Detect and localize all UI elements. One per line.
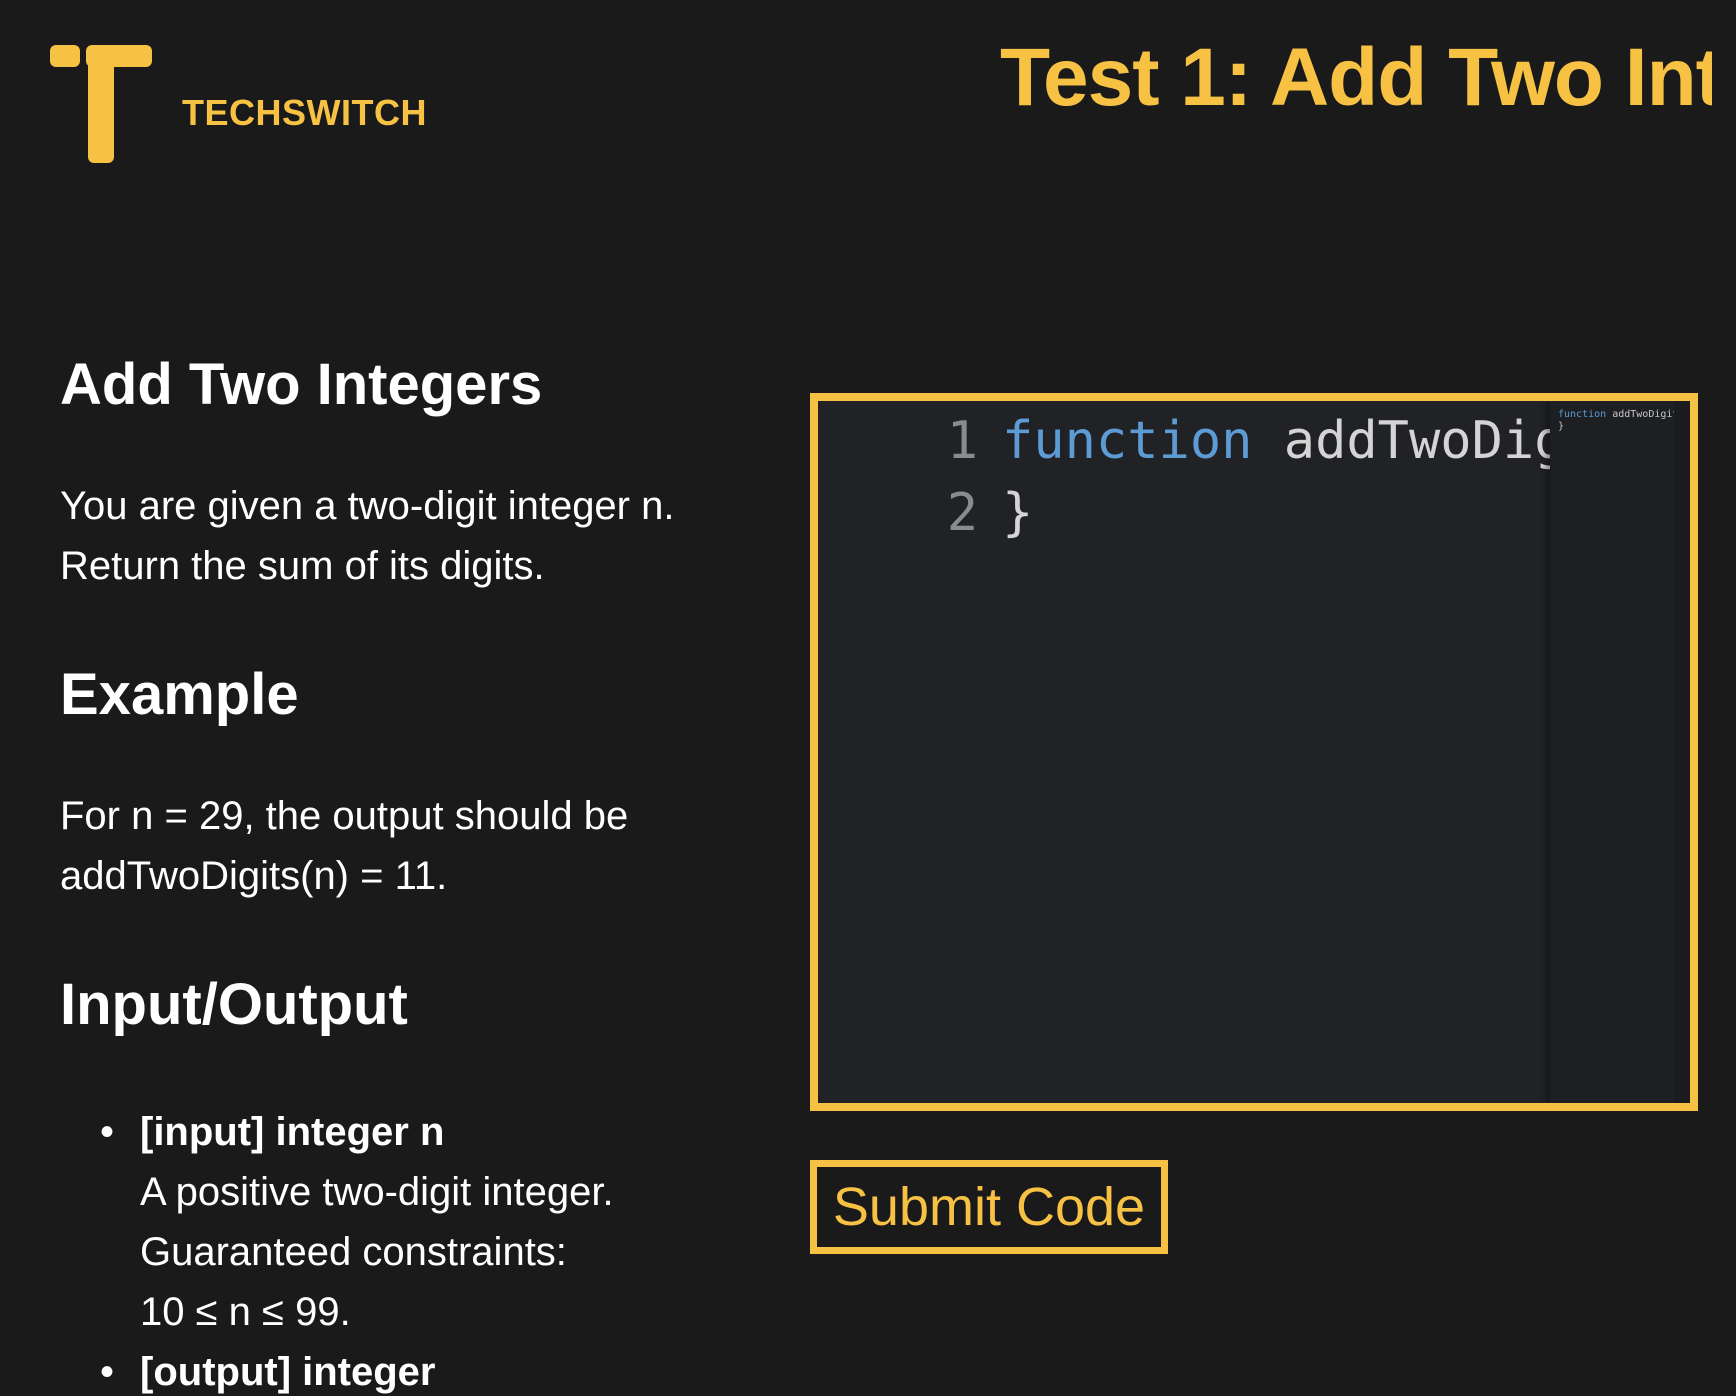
code-text: addTwoDigits(n) { <box>1283 411 1550 471</box>
editor-scrollbar[interactable] <box>1674 401 1690 1103</box>
minimap-line: } <box>1558 421 1564 433</box>
problem-description: You are given a two-digit integer n. Ret… <box>60 476 674 596</box>
code-line[interactable]: 1 function addTwoDigits(n) { <box>818 401 1550 481</box>
minimap-text: addTwoDigits(n) { <box>1612 409 1674 420</box>
description-line: You are given a two-digit integer n. <box>60 484 675 528</box>
io-item-head: [input] integer n <box>140 1110 445 1154</box>
code-keyword: function <box>1002 411 1253 471</box>
techswitch-t-logo-icon <box>50 45 175 180</box>
minimap-text: } <box>1558 421 1565 432</box>
problem-title: Add Two Integers <box>60 352 543 417</box>
brand-name: TECHSWITCH <box>182 92 427 133</box>
io-item-line: A positive two-digit integer. <box>140 1170 614 1214</box>
io-item-input: • [input] integer n A positive two-digit… <box>60 1102 614 1342</box>
example-line: addTwoDigits(n) = 11. <box>60 854 448 898</box>
line-number: 2 <box>946 483 978 543</box>
code-area[interactable]: 1 function addTwoDigits(n) { 2} <box>818 401 1550 1103</box>
page-title: Test 1: Add Two Integers <box>1000 32 1712 123</box>
io-list: • [input] integer n A positive two-digit… <box>60 1102 614 1396</box>
io-heading: Input/Output <box>60 972 408 1037</box>
bullet-icon: • <box>100 1110 115 1154</box>
example-line: For n = 29, the output should be <box>60 794 629 838</box>
line-number: 1 <box>946 411 978 471</box>
editor-minimap[interactable]: function addTwoDigits(n) { } <box>1550 401 1676 1103</box>
example-text: For n = 29, the output should be addTwoD… <box>60 786 628 906</box>
io-item-output: • [output] integer <box>60 1342 614 1396</box>
io-item-line: Guaranteed constraints: <box>140 1230 567 1274</box>
minimap-keyword: function <box>1558 409 1607 420</box>
description-line: Return the sum of its digits. <box>60 544 545 588</box>
minimap-line: function addTwoDigits(n) { <box>1558 409 1674 421</box>
io-item-line: 10 ≤ n ≤ 99. <box>140 1290 351 1334</box>
page: TECHSWITCH Test 1: Add Two Integers Add … <box>0 0 1736 1396</box>
code-line[interactable]: 2} <box>818 473 1034 553</box>
example-heading: Example <box>60 662 299 727</box>
bullet-icon: • <box>100 1350 115 1394</box>
submit-code-button[interactable]: Submit Code <box>810 1160 1168 1254</box>
io-item-head: [output] integer <box>140 1350 436 1394</box>
code-text: } <box>1002 483 1034 543</box>
code-editor[interactable]: 1 function addTwoDigits(n) { 2} function … <box>810 393 1698 1111</box>
